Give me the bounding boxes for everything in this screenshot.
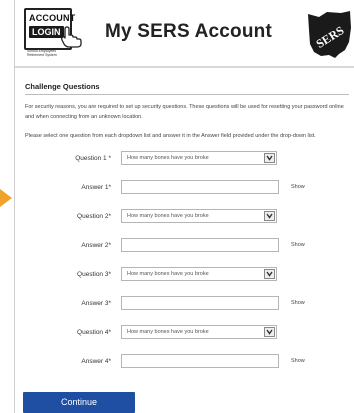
page-title: My SERS Account xyxy=(105,21,272,42)
question-2-select[interactable]: How many bones have you broke xyxy=(121,209,277,223)
question-2-label: Question 2* xyxy=(77,213,111,220)
answer-2-show-link[interactable]: Show xyxy=(291,242,305,248)
question-4-label: Question 4* xyxy=(77,329,111,336)
ohio-sers-logo: SERS xyxy=(308,11,351,58)
answer-1-show-link[interactable]: Show xyxy=(291,184,305,190)
question-1-select[interactable]: How many bones have you broke xyxy=(121,151,277,165)
answer-4-show-link[interactable]: Show xyxy=(291,358,305,364)
answer-3-row: Answer 3* Show xyxy=(25,295,349,313)
intro-text: For security reasons, you are required t… xyxy=(25,104,344,120)
question-3-value: How many bones have you broke xyxy=(127,271,209,277)
answer-2-input[interactable] xyxy=(121,238,279,252)
chevron-down-icon[interactable] xyxy=(264,269,275,279)
instructions-text: Please select one question from each dro… xyxy=(25,133,316,139)
account-panel: ACCOUNT LOGIN School Employees Retiremen… xyxy=(14,0,354,413)
chevron-down-icon[interactable] xyxy=(264,211,275,221)
question-4-row: Question 4* How many bones have you brok… xyxy=(25,324,349,342)
question-1-row: Question 1 * How many bones have you bro… xyxy=(25,150,349,168)
question-2-row: Question 2* How many bones have you brok… xyxy=(25,208,349,226)
challenge-questions-form: Question 1 * How many bones have you bro… xyxy=(25,150,349,410)
question-3-row: Question 3* How many bones have you brok… xyxy=(25,266,349,284)
question-3-select[interactable]: How many bones have you broke xyxy=(121,267,277,281)
logo-line2: LOGIN xyxy=(29,26,64,38)
answer-4-row: Answer 4* Show xyxy=(25,353,349,371)
question-3-label: Question 3* xyxy=(77,271,111,278)
account-login-logo: ACCOUNT LOGIN School Employees Retiremen… xyxy=(24,8,84,58)
answer-2-row: Answer 2* Show xyxy=(25,237,349,255)
answer-4-input[interactable] xyxy=(121,354,279,368)
answer-4-label: Answer 4* xyxy=(81,358,111,365)
answer-3-show-link[interactable]: Show xyxy=(291,300,305,306)
pointing-hand-icon xyxy=(61,26,82,48)
question-1-value: How many bones have you broke xyxy=(127,155,209,161)
question-1-label: Question 1 * xyxy=(75,155,111,162)
header: ACCOUNT LOGIN School Employees Retiremen… xyxy=(15,0,354,68)
answer-1-label: Answer 1* xyxy=(81,184,111,191)
question-4-value: How many bones have you broke xyxy=(127,329,209,335)
answer-3-label: Answer 3* xyxy=(81,300,111,307)
answer-1-row: Answer 1* Show xyxy=(25,179,349,197)
question-4-select[interactable]: How many bones have you broke xyxy=(121,325,277,339)
main-content: Challenge Questions For security reasons… xyxy=(25,82,349,410)
pointer-arrow-icon xyxy=(0,189,12,207)
continue-button[interactable]: Continue xyxy=(23,392,135,413)
answer-3-input[interactable] xyxy=(121,296,279,310)
logo-line1: ACCOUNT xyxy=(29,13,76,23)
question-2-value: How many bones have you broke xyxy=(127,213,209,219)
chevron-down-icon[interactable] xyxy=(264,153,275,163)
section-title: Challenge Questions xyxy=(25,82,349,95)
answer-2-label: Answer 2* xyxy=(81,242,111,249)
chevron-down-icon[interactable] xyxy=(264,327,275,337)
logo-small-text: School Employees Retirement System xyxy=(27,49,57,57)
answer-1-input[interactable] xyxy=(121,180,279,194)
